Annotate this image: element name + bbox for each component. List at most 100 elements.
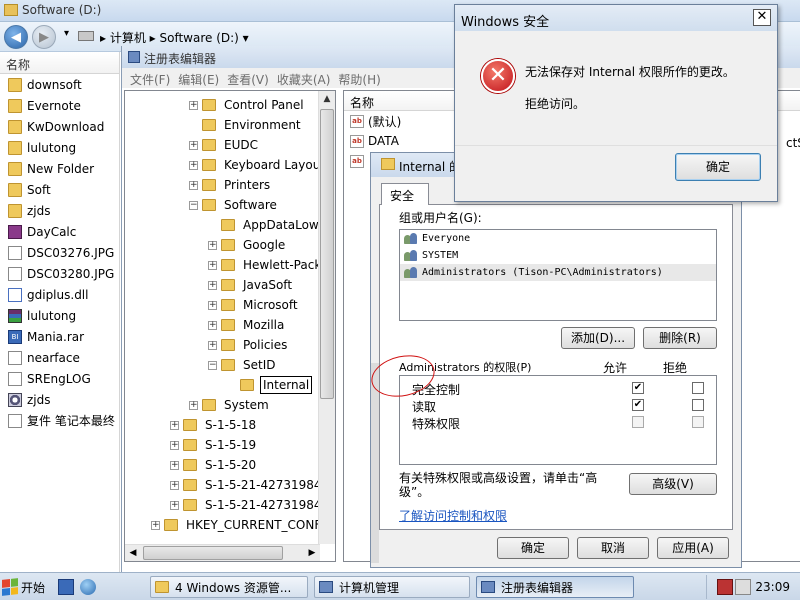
list-item[interactable]: downsoft: [0, 74, 119, 95]
expand-toggle-icon[interactable]: −: [189, 200, 198, 210]
list-item[interactable]: Evernote: [0, 95, 119, 116]
allow-checkbox-special[interactable]: [632, 416, 644, 428]
tree-node[interactable]: Environment: [189, 115, 303, 135]
expand-toggle-icon[interactable]: +: [208, 320, 217, 330]
learn-access-control-link[interactable]: 了解访问控制和权限: [399, 507, 507, 524]
expand-toggle-icon[interactable]: +: [170, 420, 179, 430]
tree-node[interactable]: + Control Panel: [189, 95, 306, 115]
allow-checkbox-read[interactable]: ✔: [632, 399, 644, 411]
user-row-administrators[interactable]: Administrators (Tison-PC\Administrators): [400, 264, 716, 281]
list-item[interactable]: DSC03276.JPG: [0, 242, 119, 263]
tree-horizontal-scrollbar[interactable]: ◀ ▶: [125, 544, 320, 561]
expand-toggle-icon[interactable]: +: [208, 300, 217, 310]
scroll-thumb-h[interactable]: [143, 546, 283, 560]
menu-help[interactable]: 帮助(H): [336, 68, 386, 88]
tree-node[interactable]: − SetID: [208, 355, 277, 375]
tree-vertical-scrollbar[interactable]: ▲: [318, 91, 335, 544]
expand-toggle-icon[interactable]: +: [189, 160, 198, 170]
scroll-right-arrow[interactable]: ▶: [304, 545, 320, 561]
list-item[interactable]: gdiplus.dll: [0, 284, 119, 305]
tree-node[interactable]: + S-1-5-21-427319840: [170, 495, 331, 515]
scroll-left-arrow[interactable]: ◀: [125, 545, 141, 561]
tree-node[interactable]: AppDataLow: [208, 215, 321, 235]
user-row-everyone[interactable]: Everyone: [400, 230, 716, 247]
allow-checkbox-full-control[interactable]: ✔: [632, 382, 644, 394]
tree-node[interactable]: + Printers: [189, 175, 272, 195]
tree-node[interactable]: + HKEY_CURRENT_CONFIG: [151, 515, 335, 535]
expand-toggle-icon[interactable]: −: [208, 360, 217, 370]
expand-toggle-icon[interactable]: +: [170, 440, 179, 450]
tree-node[interactable]: + System: [189, 395, 271, 415]
ie-icon[interactable]: [80, 579, 96, 595]
tree-node[interactable]: Internal: [227, 375, 313, 395]
task-explorer[interactable]: 4 Windows 资源管...: [150, 576, 308, 598]
tab-security[interactable]: 安全: [381, 183, 429, 205]
deny-checkbox-special[interactable]: [692, 416, 704, 428]
tree-node[interactable]: + Hewlett-Packard: [208, 255, 335, 275]
list-item[interactable]: 复件 笔记本最终: [0, 410, 119, 431]
tree-node[interactable]: + Keyboard Layout: [189, 155, 327, 175]
deny-checkbox-read[interactable]: [692, 399, 704, 411]
menu-file[interactable]: 文件(F): [128, 68, 176, 88]
expand-toggle-icon[interactable]: +: [170, 500, 179, 510]
list-item[interactable]: KwDownload: [0, 116, 119, 137]
menu-view[interactable]: 查看(V): [225, 68, 275, 88]
start-button[interactable]: 开始: [2, 576, 50, 598]
task-regedit[interactable]: 注册表编辑器: [476, 576, 634, 598]
chevron-down-icon[interactable]: ▾: [64, 28, 69, 39]
list-item[interactable]: SREngLOG: [0, 368, 119, 389]
tree-node[interactable]: + JavaSoft: [208, 275, 294, 295]
back-button[interactable]: ◀: [4, 25, 28, 49]
volume-icon[interactable]: [735, 579, 751, 595]
tree-node[interactable]: + Microsoft: [208, 295, 300, 315]
column-header-name[interactable]: 名称: [0, 52, 119, 74]
list-item[interactable]: New Folder: [0, 158, 119, 179]
tree-node[interactable]: + Google: [208, 235, 287, 255]
tree-node[interactable]: + S-1-5-21-427319840: [170, 475, 331, 495]
tree-node[interactable]: + S-1-5-18: [170, 415, 258, 435]
address-path[interactable]: ▸ 计算机 ▸ Software (D:) ▾: [100, 29, 249, 46]
scroll-up-arrow[interactable]: ▲: [319, 91, 335, 107]
task-computer-management[interactable]: 计算机管理: [314, 576, 470, 598]
remove-user-button[interactable]: 删除(R): [643, 327, 717, 349]
expand-toggle-icon[interactable]: +: [151, 520, 160, 530]
list-item[interactable]: BI Mania.rar: [0, 326, 119, 347]
user-row-system[interactable]: SYSTEM: [400, 247, 716, 264]
scroll-thumb[interactable]: [320, 109, 334, 399]
expand-toggle-icon[interactable]: +: [208, 340, 217, 350]
expand-toggle-icon[interactable]: +: [208, 260, 217, 270]
expand-toggle-icon[interactable]: +: [208, 240, 217, 250]
list-item[interactable]: lulutong: [0, 305, 119, 326]
tree-node[interactable]: + S-1-5-19: [170, 435, 258, 455]
apply-button[interactable]: 应用(A): [657, 537, 729, 559]
list-item[interactable]: nearface: [0, 347, 119, 368]
show-desktop-icon[interactable]: [58, 579, 74, 595]
menu-favorites[interactable]: 收藏夹(A): [275, 68, 337, 88]
network-icon[interactable]: [717, 579, 733, 595]
expand-toggle-icon[interactable]: +: [189, 100, 198, 110]
list-item[interactable]: zjds: [0, 389, 119, 410]
expand-toggle-icon[interactable]: +: [208, 280, 217, 290]
advanced-button[interactable]: 高级(V): [629, 473, 717, 495]
alert-titlebar[interactable]: Windows 安全 ✕: [455, 5, 777, 31]
list-item[interactable]: DayCalc: [0, 221, 119, 242]
expand-toggle-icon[interactable]: +: [189, 180, 198, 190]
tree-node[interactable]: − Software: [189, 195, 279, 215]
menu-edit[interactable]: 编辑(E): [176, 68, 225, 88]
expand-toggle-icon[interactable]: +: [170, 480, 179, 490]
deny-checkbox-full-control[interactable]: [692, 382, 704, 394]
add-user-button[interactable]: 添加(D)...: [561, 327, 635, 349]
close-icon[interactable]: ✕: [753, 9, 771, 26]
list-item[interactable]: zjds: [0, 200, 119, 221]
tree-node[interactable]: + EUDC: [189, 135, 260, 155]
list-item[interactable]: DSC03280.JPG: [0, 263, 119, 284]
tree-node[interactable]: + S-1-5-20: [170, 455, 258, 475]
ok-button[interactable]: 确定: [497, 537, 569, 559]
tree-node[interactable]: + Policies: [208, 335, 289, 355]
list-item[interactable]: lulutong: [0, 137, 119, 158]
tree-node[interactable]: + Mozilla: [208, 315, 286, 335]
expand-toggle-icon[interactable]: +: [170, 460, 179, 470]
forward-button[interactable]: ▶: [32, 25, 56, 49]
alert-ok-button[interactable]: 确定: [675, 153, 761, 181]
expand-toggle-icon[interactable]: +: [189, 400, 198, 410]
